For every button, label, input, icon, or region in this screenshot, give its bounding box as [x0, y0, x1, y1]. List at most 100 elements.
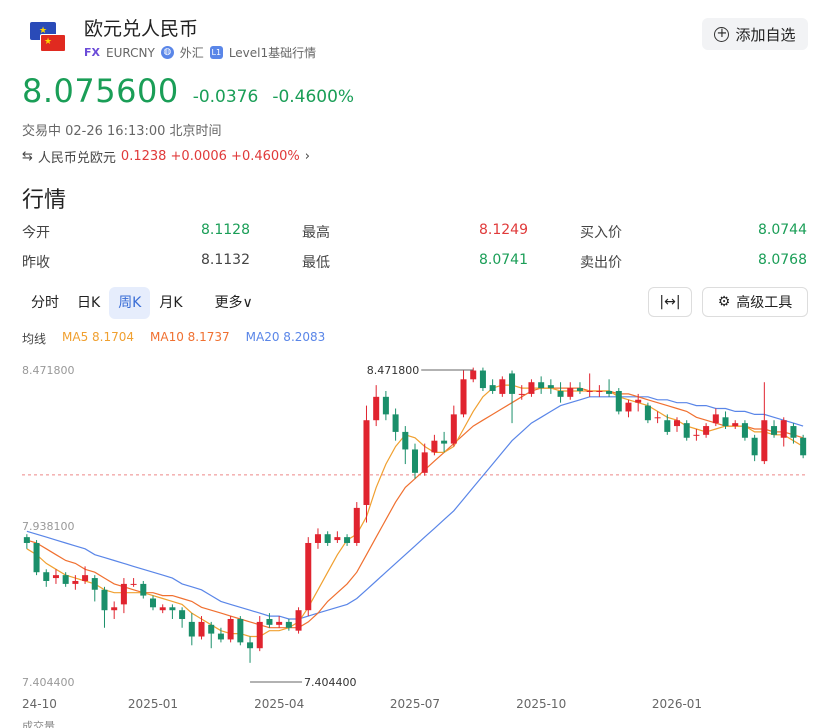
x-tick-label: 2025-07	[390, 697, 440, 711]
candle-body	[334, 537, 341, 541]
candle-body	[586, 390, 593, 392]
y-tick-label: 7.938100	[22, 520, 75, 533]
currency-flags-icon: ★ ★	[22, 16, 70, 62]
candle-body	[664, 420, 671, 432]
candle-body	[421, 452, 428, 473]
candle-body	[149, 598, 157, 608]
candle-body	[606, 390, 613, 394]
high-label: 最高	[302, 225, 330, 241]
chevron-right-icon: ›	[304, 149, 310, 164]
candle-body	[528, 382, 535, 394]
candle-body	[188, 621, 195, 637]
candle-body	[771, 426, 778, 435]
prev-close-value: 8.1132	[201, 252, 250, 268]
candle-body	[625, 402, 632, 412]
candle-body	[470, 370, 477, 380]
candle-body	[741, 423, 748, 438]
candle-body	[227, 618, 234, 640]
symbol-info: FX EURCNY ◍ 外汇 L1 Level1基础行情	[84, 44, 316, 61]
candle-body	[33, 542, 40, 573]
expand-horizontal-icon: |↔|	[659, 294, 681, 310]
low-value: 8.0741	[479, 252, 528, 268]
tab-intraday[interactable]: 分时	[22, 287, 68, 319]
x-tick-label: 2025-01	[128, 697, 178, 711]
quote-header: ★ ★ 欧元兑人民币 FX EURCNY ◍ 外汇 L1 Level1基础行情 …	[22, 14, 812, 64]
candle-body	[82, 575, 89, 581]
ma5-legend: MA5 8.1704	[62, 330, 135, 344]
add-watchlist-label: 添加自选	[735, 25, 796, 44]
candle-body	[751, 437, 758, 456]
period-tabs: 分时 日K 周K 月K 更多∨	[22, 287, 262, 319]
candle-body	[780, 420, 787, 438]
open-label: 今开	[22, 225, 50, 241]
candle-body	[276, 621, 283, 625]
inverse-pair-link[interactable]: ⇆ 人民币兑欧元 0.1238 +0.0006 +0.4600% ›	[22, 147, 310, 166]
candle-body	[800, 437, 807, 456]
candle-body	[247, 642, 254, 649]
candle-body	[790, 426, 797, 438]
candle-body	[761, 420, 768, 462]
expand-chart-button[interactable]: |↔|	[648, 287, 692, 317]
candle-body	[344, 537, 351, 543]
candle-body	[91, 578, 98, 590]
market-section-title: 行情	[22, 188, 67, 213]
quote-table: 今开 8.1128 最高 8.1249 买入价 8.0744 昨收 8.1132…	[22, 222, 810, 282]
bid-value: 8.0744	[758, 222, 807, 238]
candle-body	[703, 426, 710, 435]
candle-body	[441, 440, 448, 444]
swap-icon: ⇆	[22, 149, 33, 164]
fx-tag: FX	[84, 46, 100, 59]
candle-body	[547, 385, 554, 389]
open-value: 8.1128	[201, 222, 250, 238]
candle-body	[43, 572, 50, 581]
candle-body	[712, 414, 719, 424]
tools-icon: ⚙	[717, 294, 731, 310]
candle-body	[576, 388, 583, 391]
price-change-pct: -0.4600%	[272, 87, 355, 107]
candle-body	[237, 618, 244, 643]
candle-body	[130, 583, 137, 585]
tab-more[interactable]: 更多∨	[206, 287, 262, 319]
x-tick-label: 2025-04	[254, 697, 304, 711]
tab-weekly[interactable]: 周K	[109, 287, 151, 319]
ma-legend-title: 均线	[22, 332, 47, 346]
candle-body	[52, 575, 59, 579]
candle-body	[62, 575, 69, 584]
candle-body	[208, 624, 215, 634]
x-tick-label: 2026-01	[652, 697, 702, 711]
candle-body	[198, 621, 205, 637]
candle-body	[518, 393, 525, 395]
candle-body	[324, 534, 331, 543]
candle-body	[460, 379, 467, 415]
candle-body	[673, 420, 681, 427]
candle-body	[567, 388, 574, 397]
tab-monthly[interactable]: 月K	[150, 287, 191, 319]
candle-body	[557, 390, 564, 397]
quote-row: 昨收 8.1132 最低 8.0741 卖出价 8.0768	[22, 252, 810, 282]
candlestick-chart[interactable]: 8.471800 7.938100 7.404400 8.471800 7.404400…	[0, 352, 830, 728]
candle-body	[101, 589, 108, 611]
inverse-pair-label: 人民币兑欧元	[37, 151, 116, 166]
prev-close-label: 昨收	[22, 255, 50, 271]
candle-body	[489, 385, 496, 391]
candle-body	[363, 420, 370, 505]
candle-body	[120, 583, 127, 605]
advanced-tools-button[interactable]: ⚙ 高级工具	[702, 287, 808, 317]
candle-body	[23, 537, 30, 543]
candle-body	[217, 633, 224, 640]
candle-body	[596, 390, 603, 392]
ask-value: 8.0768	[758, 252, 807, 268]
globe-icon: ◍	[160, 46, 174, 59]
high-value: 8.1249	[479, 222, 528, 238]
candle-body	[159, 607, 166, 611]
candle-body	[615, 390, 622, 412]
candle-body	[256, 621, 263, 649]
tab-daily[interactable]: 日K	[68, 287, 109, 319]
candle-body	[266, 618, 273, 625]
candle-body	[654, 417, 661, 419]
volume-label: 成交量	[22, 720, 55, 728]
candle-body	[295, 610, 302, 631]
market-label: 外汇	[179, 46, 204, 60]
candle-body	[722, 417, 729, 427]
add-watchlist-button[interactable]: + 添加自选	[702, 18, 808, 50]
